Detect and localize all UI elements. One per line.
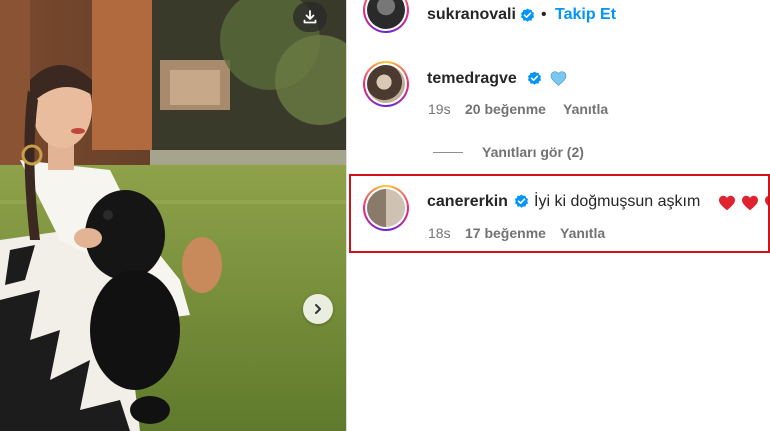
comment-likes[interactable]: 20 beğenme: [465, 101, 546, 117]
comment-time: 19s: [428, 101, 451, 117]
reply-button[interactable]: Yanıtla: [560, 225, 605, 241]
comment-likes[interactable]: 17 beğenme: [465, 225, 546, 241]
separator-dot: •: [541, 6, 547, 23]
reply-button[interactable]: Yanıtla: [563, 101, 608, 117]
comment-username[interactable]: canererkin: [427, 193, 508, 211]
comment-username[interactable]: temedragve: [427, 70, 517, 88]
download-button[interactable]: [293, 2, 327, 32]
author-avatar[interactable]: [363, 0, 409, 33]
red-heart-icon: [719, 195, 735, 211]
comments-pane: sukranovali • Takip Et temedragve 19s 20…: [347, 0, 770, 431]
verified-badge-icon: [527, 71, 542, 85]
verified-badge-icon: [514, 194, 529, 208]
post-image: [0, 0, 346, 431]
red-heart-icon: [742, 195, 758, 211]
follow-button[interactable]: Takip Et: [555, 6, 616, 24]
view-replies-button[interactable]: Yanıtları gör (2): [482, 144, 584, 160]
comment-time: 18s: [428, 225, 451, 241]
comment-text: İyi ki doğmuşsun aşkım: [534, 193, 701, 210]
verified-badge-icon: [520, 8, 535, 22]
download-icon: [303, 10, 317, 24]
red-heart-icon: [765, 195, 770, 208]
commenter-avatar[interactable]: [363, 61, 409, 107]
replies-line: [433, 152, 463, 153]
post-photo: [0, 0, 346, 431]
next-image-button[interactable]: [303, 294, 333, 324]
light-blue-heart-icon: [550, 71, 567, 86]
author-username[interactable]: sukranovali: [427, 6, 516, 24]
commenter-avatar[interactable]: [363, 185, 409, 231]
chevron-right-icon: [315, 304, 321, 314]
